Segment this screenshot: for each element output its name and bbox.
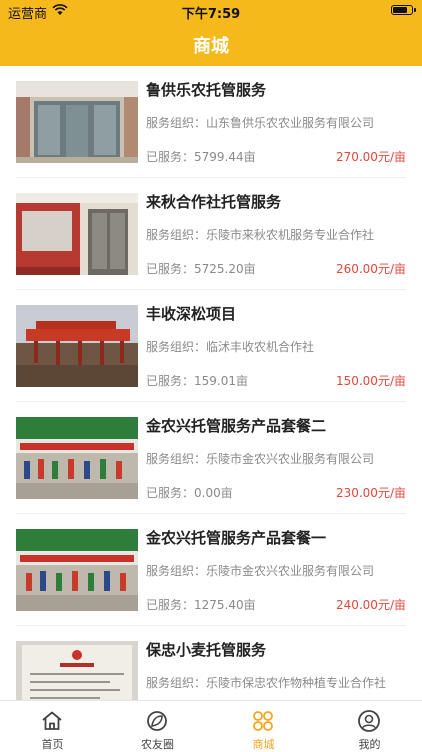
product-list[interactable]: 鲁供乐农托管服务 服务组织：山东鲁供乐农农业服务有限公司 已服务：5799.44… xyxy=(0,66,422,700)
served-label: 已服务： xyxy=(146,374,195,388)
leaf-icon xyxy=(145,709,169,733)
served-area: 已服务：159.01亩 xyxy=(146,372,248,389)
served-area: 已服务：1275.40亩 xyxy=(146,596,256,613)
product-item[interactable]: 鲁供乐农托管服务 服务组织：山东鲁供乐农农业服务有限公司 已服务：5799.44… xyxy=(0,66,422,178)
product-item[interactable]: 保忠小麦托管服务 服务组织：乐陵市保忠农作物种植专业合作社 xyxy=(0,626,422,700)
price: 270.00元/亩 xyxy=(335,150,406,164)
storefront-banner-photo xyxy=(16,417,138,499)
product-item[interactable]: 丰收深松项目 服务组织：临沭丰收农机合作社 已服务：159.01亩 150.00… xyxy=(0,290,422,402)
service-org: 服务组织：乐陵市保忠农作物种植专业合作社 xyxy=(146,674,386,691)
business-license-photo xyxy=(16,641,138,700)
org-value: 乐陵市保忠农作物种植专业合作社 xyxy=(206,676,387,690)
served-label: 已服务： xyxy=(146,150,195,164)
served-value: 1275.40亩 xyxy=(194,598,256,612)
product-name[interactable]: 丰收深松项目 xyxy=(146,303,236,324)
clock: 下午7:59 xyxy=(181,7,241,22)
org-label: 服务组织： xyxy=(146,676,207,690)
org-value: 乐陵市金农兴农业服务有限公司 xyxy=(206,452,375,466)
served-value: 5725.20亩 xyxy=(194,262,256,276)
tab-profile[interactable]: 我的 xyxy=(317,701,422,751)
page-title: 商城 xyxy=(193,36,229,57)
org-value: 乐陵市来秋农机服务专业合作社 xyxy=(206,228,375,242)
product-name[interactable]: 来秋合作社托管服务 xyxy=(146,191,281,212)
org-label: 服务组织： xyxy=(146,452,207,466)
served-value: 0.00亩 xyxy=(194,486,233,500)
profile-icon xyxy=(357,709,381,733)
status-bar: 运营商 下午7:59 xyxy=(0,0,422,22)
product-name[interactable]: 金农兴托管服务产品套餐一 xyxy=(146,527,326,548)
served-value: 5799.44亩 xyxy=(194,150,256,164)
service-org: 服务组织：临沭丰收农机合作社 xyxy=(146,338,314,355)
nav-bar: 商城 xyxy=(0,22,422,66)
org-label: 服务组织： xyxy=(146,564,207,578)
org-value: 乐陵市金农兴农业服务有限公司 xyxy=(206,564,375,578)
served-label: 已服务： xyxy=(146,598,195,612)
storefront-banner-photo xyxy=(16,529,138,611)
cooperative-door-photo xyxy=(16,193,138,275)
tab-mall[interactable]: 商城 xyxy=(211,701,316,751)
service-org: 服务组织：乐陵市来秋农机服务专业合作社 xyxy=(146,226,374,243)
served-value: 159.01亩 xyxy=(194,374,249,388)
home-icon xyxy=(40,709,64,733)
battery-icon xyxy=(391,5,416,15)
tab-bar: 首页 农友圈 商城 我的 xyxy=(0,700,422,751)
served-area: 已服务：5799.44亩 xyxy=(146,148,256,165)
product-name[interactable]: 金农兴托管服务产品套餐二 xyxy=(146,415,326,436)
org-label: 服务组织： xyxy=(146,340,207,354)
service-org: 服务组织：乐陵市金农兴农业服务有限公司 xyxy=(146,450,374,467)
price: 150.00元/亩 xyxy=(335,374,406,388)
product-item[interactable]: 金农兴托管服务产品套餐一 服务组织：乐陵市金农兴农业服务有限公司 已服务：127… xyxy=(0,514,422,626)
product-item[interactable]: 金农兴托管服务产品套餐二 服务组织：乐陵市金农兴农业服务有限公司 已服务：0.0… xyxy=(0,402,422,514)
farm-machinery-photo xyxy=(16,305,138,387)
shop-door-photo xyxy=(16,81,138,163)
org-label: 服务组织： xyxy=(146,116,207,130)
mall-grid-icon xyxy=(251,709,275,733)
price: 230.00元/亩 xyxy=(335,486,406,500)
product-name[interactable]: 保忠小麦托管服务 xyxy=(146,639,266,660)
product-item[interactable]: 来秋合作社托管服务 服务组织：乐陵市来秋农机服务专业合作社 已服务：5725.2… xyxy=(0,178,422,290)
org-value: 临沭丰收农机合作社 xyxy=(206,340,315,354)
tab-friends[interactable]: 农友圈 xyxy=(105,701,210,751)
service-org: 服务组织：乐陵市金农兴农业服务有限公司 xyxy=(146,562,374,579)
served-label: 已服务： xyxy=(146,262,195,276)
served-area: 已服务：5725.20亩 xyxy=(146,260,256,277)
product-name[interactable]: 鲁供乐农托管服务 xyxy=(146,79,266,100)
service-org: 服务组织：山东鲁供乐农农业服务有限公司 xyxy=(146,114,374,131)
price: 260.00元/亩 xyxy=(335,262,406,276)
served-area: 已服务：0.00亩 xyxy=(146,484,233,501)
org-value: 山东鲁供乐农农业服务有限公司 xyxy=(206,116,375,130)
org-label: 服务组织： xyxy=(146,228,207,242)
served-label: 已服务： xyxy=(146,486,195,500)
tab-home[interactable]: 首页 xyxy=(0,701,105,751)
price: 240.00元/亩 xyxy=(335,598,406,612)
